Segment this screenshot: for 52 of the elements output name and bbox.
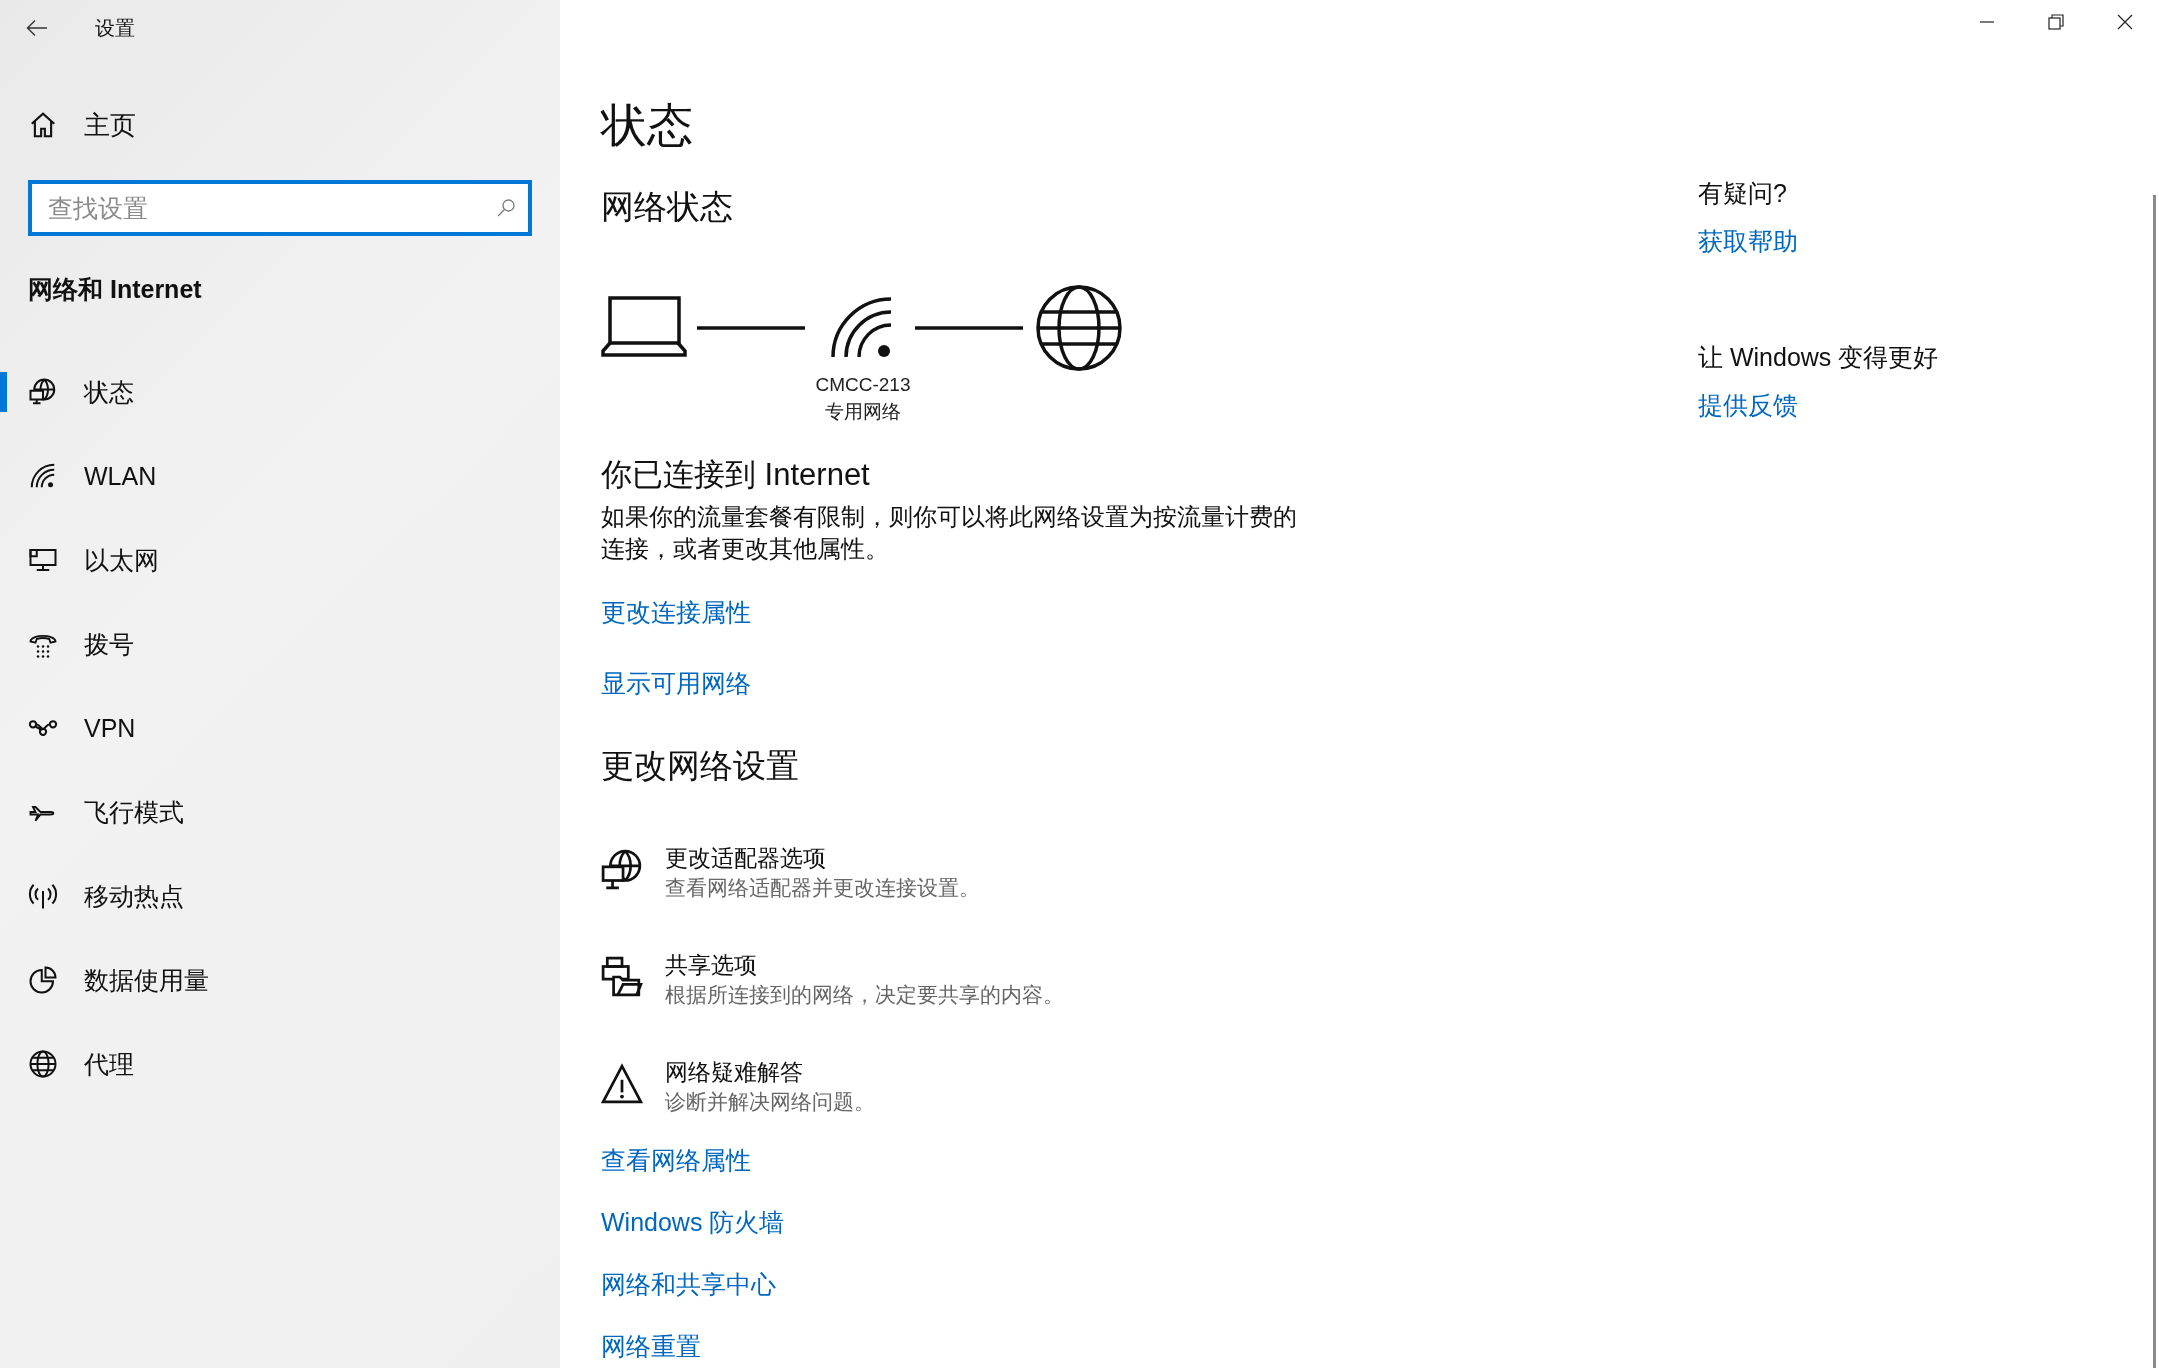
help-link[interactable]: 获取帮助 [1698,223,1798,259]
network-name: CMCC-213 [815,373,911,397]
option-description: 查看网络适配器并更改连接设置。 [665,875,980,901]
back-arrow-icon [26,19,48,37]
pie-chart-icon [28,965,58,995]
restore-icon [2047,14,2064,30]
search-icon [496,198,516,218]
nav-item[interactable]: 状态 [0,350,560,434]
globe-icon [1036,285,1122,371]
globe-monitor-icon [601,849,643,891]
settings-link[interactable]: 网络和共享中心 [601,1268,785,1300]
settings-link[interactable]: 网络重置 [601,1330,785,1362]
section-heading: 网络状态 [601,187,733,227]
nav-item[interactable]: 以太网 [0,518,560,602]
network-type: 专用网络 [825,400,901,424]
nav-item[interactable]: 数据使用量 [0,938,560,1022]
settings-link[interactable]: 更改连接属性 [601,594,751,630]
nav-item[interactable]: 移动热点 [0,854,560,938]
settings-link[interactable]: 显示可用网络 [601,665,751,701]
globe-icon [28,1049,58,1079]
scrollbar[interactable] [2153,195,2156,1368]
window-title: 设置 [95,15,135,41]
settings-link[interactable]: Windows 防火墙 [601,1206,785,1238]
connection-status: 你已连接到 Internet [601,456,870,494]
home-nav-item[interactable]: 主页 [0,101,560,149]
help-heading: 有疑问? [1698,178,1787,209]
search-field[interactable]: 查找设置 [28,180,532,236]
connection-description: 如果你的流量套餐有限制，则你可以将此网络设置为按流量计费的连接，或者更改其他属性。 [601,502,1298,564]
section-heading: 更改网络设置 [601,746,799,786]
help-heading: 让 Windows 变得更好 [1698,342,1939,373]
option-description: 根据所连接到的网络，决定要共享的内容。 [665,982,1064,1008]
close-icon [2116,14,2133,30]
nav-item[interactable]: 飞行模式 [0,770,560,854]
option-title: 共享选项 [665,951,758,980]
nav-item[interactable]: WLAN [0,434,560,518]
option-title: 更改适配器选项 [665,844,827,873]
option-title: 网络疑难解答 [665,1058,804,1087]
settings-option[interactable]: 网络疑难解答 诊断并解决网络问题。 [601,1057,1064,1117]
globe-monitor-icon [28,377,58,407]
settings-option[interactable]: 更改适配器选项 查看网络适配器并更改连接设置。 [601,843,1064,903]
warning-icon [601,1063,643,1105]
settings-option[interactable]: 共享选项 根据所连接到的网络，决定要共享的内容。 [601,950,1064,1010]
minimize-icon [1978,21,1995,23]
nav-item[interactable]: VPN [0,686,560,770]
nav-item[interactable]: 拨号 [0,602,560,686]
section-title: 网络和 Internet [28,274,203,305]
help-link[interactable]: 提供反馈 [1698,387,1798,423]
page-title: 状态 [601,98,693,153]
nav-item[interactable]: 代理 [0,1022,560,1106]
printer-folder-icon [601,956,643,998]
settings-link[interactable]: 查看网络属性 [601,1144,785,1176]
option-description: 诊断并解决网络问题。 [665,1089,875,1115]
